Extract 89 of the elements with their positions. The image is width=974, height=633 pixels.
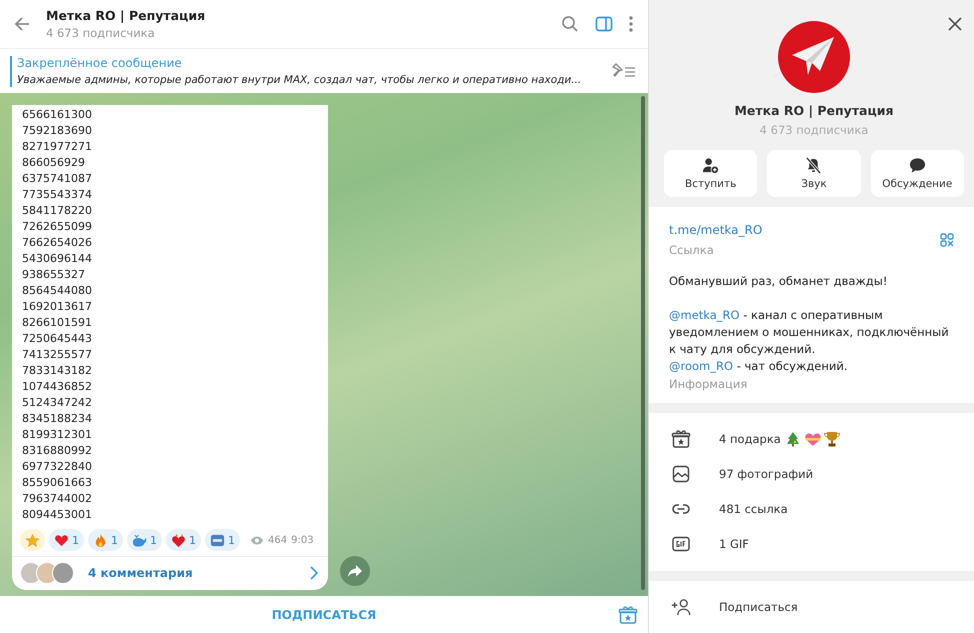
scrollbar[interactable] [641,96,645,590]
message-text-line: 6566161300 [22,107,93,123]
muted-bell-icon [805,157,822,174]
share-arrow-icon [347,564,363,578]
more-options-icon[interactable] [628,14,634,34]
channel-action-button[interactable]: Звук [767,150,861,197]
message-text-line: 938655327 [22,267,86,283]
share-button[interactable] [340,556,370,586]
channel-action-button[interactable]: Обсуждение [870,150,964,197]
comments-count: 4 комментария [88,566,194,580]
pinned-title: Закреплённое сообщение [17,56,183,70]
message-text-line: 7963744002 [22,491,93,507]
add-user-icon [671,597,691,617]
views-eye-icon [250,536,264,544]
chat-bubble-icon [908,157,926,174]
channel-link[interactable]: t.me/metka_RO [669,223,762,237]
message-text-line: 8266101591 [22,315,93,331]
message-text-line: 5430696144 [22,251,93,267]
description-text: @room_RO - чат обсуждений. [669,358,848,375]
message-text-line: 8316880992 [22,443,93,459]
reaction-chip[interactable] [20,529,45,551]
media-label: 4 подарка [719,432,781,446]
media-label: 481 ссылка [719,502,788,516]
message-text-line: 866056929 [22,155,86,171]
flaming-heart-icon [171,532,186,548]
message-text-line: 1692013617 [22,299,93,315]
message-time: 9:03 [291,534,314,546]
qr-code-icon[interactable] [940,233,954,247]
channel-action-button[interactable]: Вступить [664,150,758,197]
media-label: 97 фотографий [719,466,814,480]
description-text: @metka_RO - канал с оперативным уведомлением о мошенниках, подключённый к чату для обсуждений. [669,307,950,358]
message-text-line: 6375741087 [22,171,93,187]
mention-link[interactable]: @metka_RO [669,308,740,322]
subscribe-label: Подписаться [719,600,798,614]
reaction-chip[interactable]: 1 [49,529,84,551]
reaction-chip[interactable]: 1 [88,529,123,551]
gift-icon[interactable] [618,605,638,625]
message-text-line: 5841178220 [22,203,93,219]
mention-link[interactable]: @room_RO [669,359,734,373]
link-label: Ссылка [669,243,714,257]
message-text-line: 6977322840 [22,459,93,475]
message-text-line: 7833143182 [22,363,93,379]
cool-sign-icon [210,532,225,548]
search-icon[interactable] [560,14,580,34]
message-text-line: 7662654026 [22,235,93,251]
view-count: 464 [268,534,288,546]
message-text-line: 7413255577 [22,347,93,363]
media-label: 1 GIF [719,536,749,550]
fire-icon [93,532,108,548]
photo-icon [671,464,691,484]
media-row[interactable]: 1 GIF [649,526,974,561]
pinned-text: Уважаемые админы, которые работают внутри MAX, создал чат, чтобы легко и оперативно находи... [17,72,582,86]
close-icon[interactable] [948,17,962,31]
media-row[interactable]: 481 ссылка [649,491,974,526]
message-text-line: 8271977271 [22,139,93,155]
subscribe-row[interactable]: Подписаться [649,581,974,633]
message-text-line: 7250645443 [22,331,93,347]
reaction-chip[interactable]: 1 [127,529,162,551]
chevron-right-icon [310,566,318,580]
media-row[interactable]: 97 фотографий [649,456,974,491]
heart-icon [54,532,69,548]
whale-icon [132,532,147,548]
add-user-icon [702,157,720,174]
channel-title[interactable]: Метка RO | Репутация [46,8,546,23]
subscriber-count: 4 673 подписчика [760,123,868,137]
message-text-line: 1074436852 [22,379,93,395]
reaction-chip[interactable]: 1 [166,529,201,551]
message-text-line: 5124347242 [22,395,93,411]
description-text: Обманувший раз, обманет дважды! [669,273,888,290]
info-label: Информация [669,377,748,391]
message-text-line: 8094453001 [22,507,93,523]
gift-icon [671,428,691,448]
commenter-avatar [52,562,74,584]
message-text-line: 8559061663 [22,475,93,491]
star-icon [25,532,40,548]
media-row[interactable]: 4 подарка [649,421,974,456]
message-text-line: 8199312301 [22,427,93,443]
comments-bar[interactable]: 4 комментария [12,556,328,590]
gift-emoji-drawing [786,430,840,446]
message-text-line: 7735543374 [22,187,93,203]
message-text-line: 7592183690 [22,123,93,139]
channel-avatar [778,21,850,93]
message-text-line: 7262655099 [22,219,93,235]
channel-name: Метка RO | Репутация [734,103,894,118]
subscriber-count: 4 673 подписчика [46,26,156,40]
message-text-line: 8564544080 [22,283,93,299]
message-text-line: 8345188234 [22,411,93,427]
reaction-chip[interactable]: 1 [205,529,240,551]
side-panel-icon[interactable] [594,14,614,34]
